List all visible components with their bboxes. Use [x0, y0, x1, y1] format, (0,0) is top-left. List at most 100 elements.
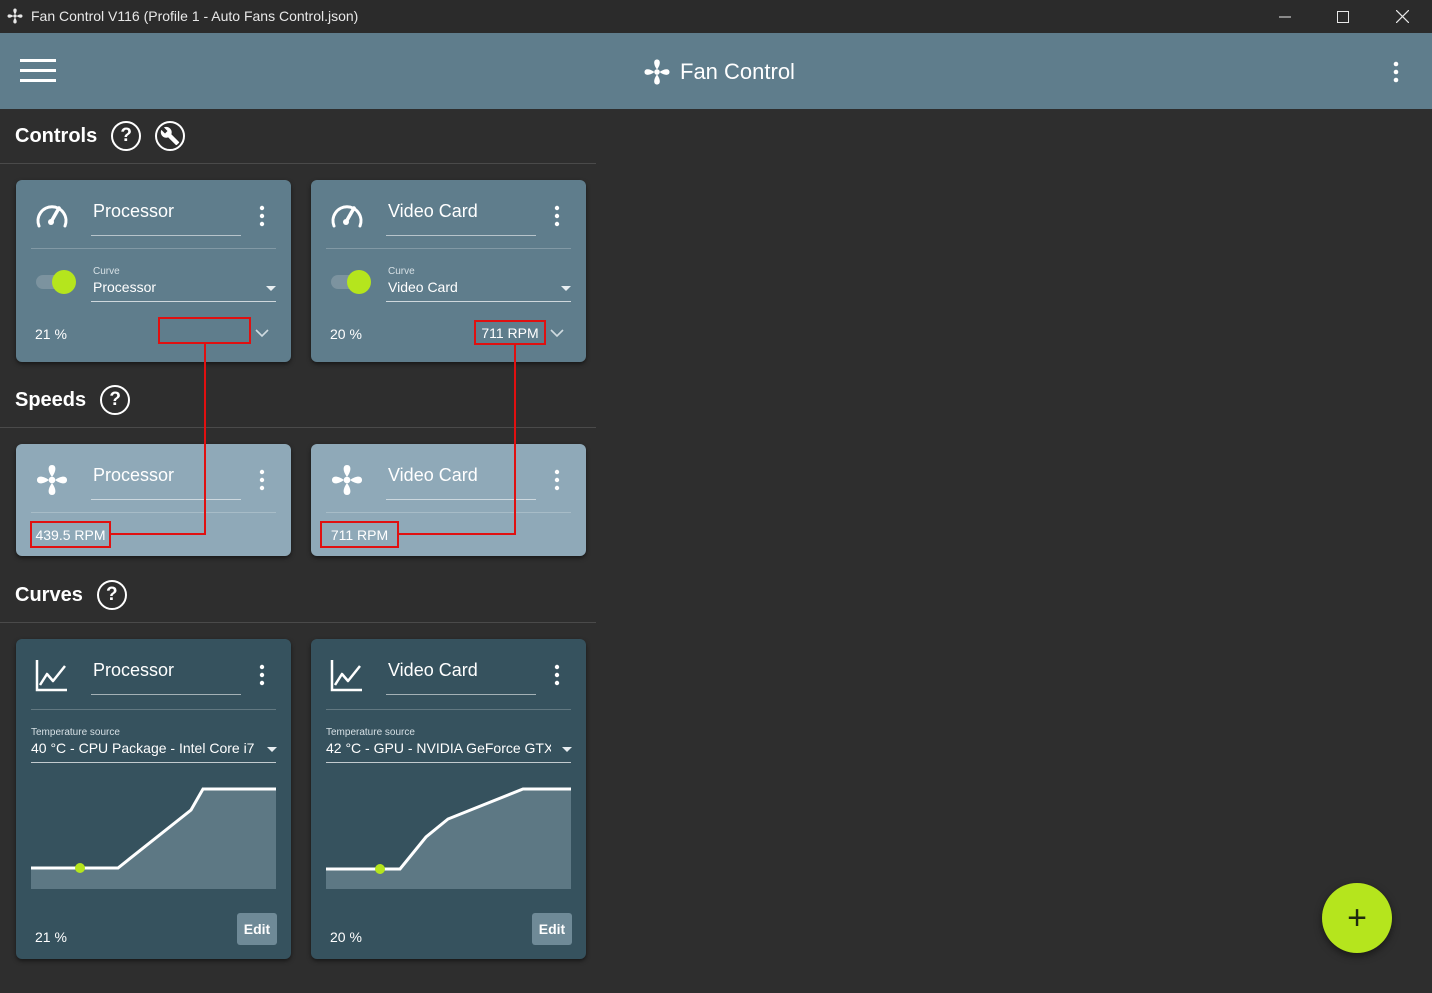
speed-card-processor[interactable]: Processor 439.5 RPM — [16, 444, 291, 556]
chart-line-icon — [330, 660, 362, 692]
toggle-knob — [347, 270, 371, 294]
speedometer-icon — [36, 205, 68, 228]
edit-button[interactable]: Edit — [532, 913, 572, 945]
help-icon[interactable]: ? — [100, 385, 131, 415]
enable-toggle[interactable] — [331, 270, 371, 294]
maximize-icon — [1337, 10, 1349, 23]
curve-area — [326, 789, 571, 889]
app-brand: Fan Control — [642, 57, 795, 87]
section-divider — [0, 427, 596, 428]
name-underline — [91, 694, 241, 695]
speeds-header: Speeds ? — [15, 385, 131, 415]
more-vert-icon[interactable] — [256, 663, 268, 687]
curve-percent: 21 % — [35, 929, 67, 945]
more-vert-icon[interactable] — [551, 468, 563, 492]
control-card-processor[interactable]: Processor Curve Processor 21 % — [16, 180, 291, 362]
dropdown-arrow-icon[interactable] — [266, 286, 276, 291]
speed-name[interactable]: Video Card — [388, 465, 478, 486]
name-underline — [386, 694, 536, 695]
speed-rpm: 439.5 RPM — [30, 521, 111, 548]
control-percent: 21 % — [35, 326, 67, 342]
chevron-down-icon[interactable] — [550, 328, 564, 338]
name-underline — [91, 499, 241, 500]
section-title: Controls — [15, 124, 98, 147]
curve-select[interactable]: Video Card — [388, 279, 548, 295]
rpm-highlight-box — [158, 317, 251, 344]
curve-name[interactable]: Processor — [93, 660, 174, 681]
more-vert-icon[interactable] — [551, 663, 563, 687]
card-divider — [31, 248, 276, 249]
speed-rpm: 711 RPM — [320, 521, 399, 548]
add-button[interactable]: + — [1322, 883, 1392, 953]
curve-card-video-card[interactable]: Video Card Temperature source 42 °C - GP… — [311, 639, 586, 959]
card-divider — [31, 512, 276, 513]
wrench-icon[interactable] — [155, 121, 186, 151]
select-underline — [326, 762, 571, 763]
current-point — [375, 864, 385, 874]
help-icon[interactable]: ? — [96, 580, 127, 610]
fan-icon — [7, 8, 23, 24]
help-icon[interactable]: ? — [111, 121, 142, 151]
section-title: Curves — [15, 583, 83, 606]
temperature-source-label: Temperature source — [326, 727, 415, 738]
more-vert-icon[interactable] — [256, 468, 268, 492]
curve-name[interactable]: Video Card — [388, 660, 478, 681]
chevron-down-icon[interactable] — [255, 328, 269, 338]
card-divider — [31, 709, 276, 710]
title-bar: Fan Control V116 (Profile 1 - Auto Fans … — [0, 0, 1432, 33]
name-underline — [386, 235, 536, 236]
app-bar: Fan Control — [0, 33, 1432, 109]
wrench-icon — [161, 126, 180, 146]
more-vert-icon[interactable] — [1386, 59, 1406, 85]
more-vert-icon[interactable] — [551, 204, 563, 228]
select-underline — [31, 762, 276, 763]
minimize-button[interactable] — [1256, 0, 1314, 33]
fan-icon — [644, 59, 670, 85]
more-vert-icon[interactable] — [256, 204, 268, 228]
control-name[interactable]: Processor — [93, 201, 174, 222]
control-name[interactable]: Video Card — [388, 201, 478, 222]
card-divider — [326, 709, 571, 710]
control-card-video-card[interactable]: Video Card Curve Video Card 20 % 711 RPM — [311, 180, 586, 362]
speed-card-video-card[interactable]: Video Card 711 RPM — [311, 444, 586, 556]
hamburger-menu-icon[interactable] — [20, 58, 56, 84]
section-title: Speeds — [15, 388, 87, 411]
fan-control-window: Fan Control V116 (Profile 1 - Auto Fans … — [0, 0, 1432, 993]
curve-label: Curve — [388, 266, 415, 277]
edit-button[interactable]: Edit — [237, 913, 277, 945]
curve-graph[interactable] — [326, 784, 571, 890]
temperature-source-select[interactable]: 42 °C - GPU - NVIDIA GeForce GTX — [326, 740, 551, 756]
window-title: Fan Control V116 (Profile 1 - Auto Fans … — [31, 8, 359, 24]
rpm-highlight-box: 711 RPM — [474, 320, 546, 345]
select-underline — [386, 301, 571, 302]
name-underline — [386, 499, 536, 500]
temperature-source-label: Temperature source — [31, 727, 120, 738]
chart-line-icon — [35, 660, 67, 692]
select-underline — [91, 301, 276, 302]
controls-header: Controls ? — [15, 121, 186, 151]
dropdown-arrow-icon[interactable] — [561, 286, 571, 291]
name-underline — [91, 235, 241, 236]
section-divider — [0, 622, 596, 623]
maximize-button[interactable] — [1314, 0, 1372, 33]
temperature-source-select[interactable]: 40 °C - CPU Package - Intel Core i7 — [31, 740, 256, 756]
current-point — [75, 863, 85, 873]
close-button[interactable] — [1373, 0, 1431, 33]
control-percent: 20 % — [330, 326, 362, 342]
toggle-knob — [52, 270, 76, 294]
app-title: Fan Control — [680, 59, 795, 84]
curve-graph[interactable] — [31, 784, 276, 890]
curve-card-processor[interactable]: Processor Temperature source 40 °C - CPU… — [16, 639, 291, 959]
curve-percent: 20 % — [330, 929, 362, 945]
speedometer-icon — [331, 205, 363, 228]
card-divider — [326, 512, 571, 513]
enable-toggle[interactable] — [36, 270, 76, 294]
dropdown-arrow-icon[interactable] — [562, 747, 572, 752]
section-divider — [0, 163, 596, 164]
dropdown-arrow-icon[interactable] — [267, 747, 277, 752]
card-divider — [326, 248, 571, 249]
curve-select[interactable]: Processor — [93, 279, 253, 295]
minimize-icon — [1279, 16, 1291, 17]
speed-name[interactable]: Processor — [93, 465, 174, 486]
curves-header: Curves ? — [15, 580, 127, 610]
